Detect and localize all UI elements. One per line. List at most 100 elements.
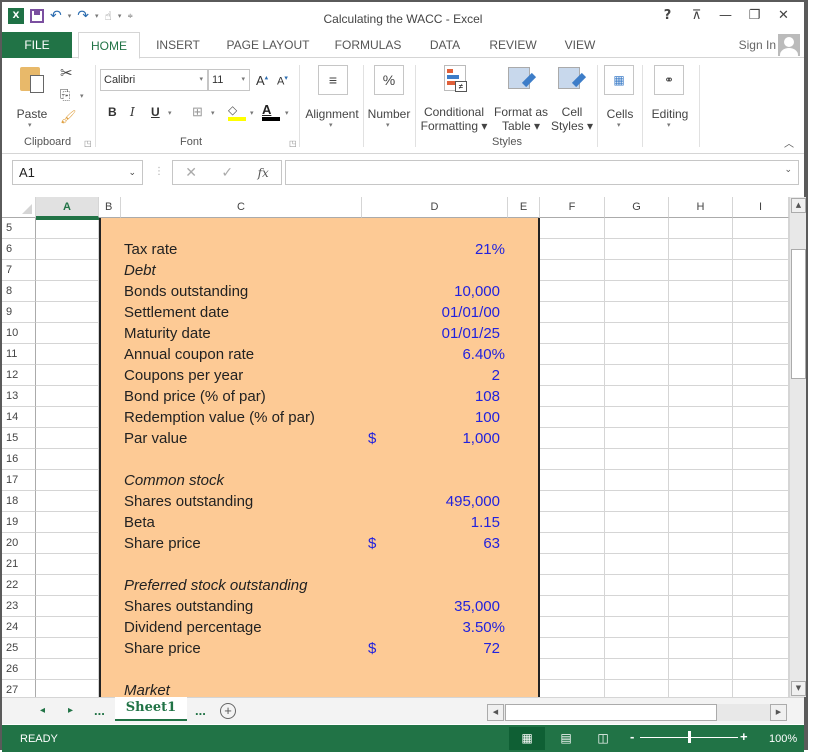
grow-font-button[interactable]: A▴ (256, 73, 268, 88)
cell-label[interactable]: Market (124, 680, 170, 697)
number-button[interactable]: % Number ▾ (364, 63, 414, 133)
cell-label[interactable]: Settlement date (124, 302, 229, 323)
page-layout-view-icon[interactable]: ▤ (548, 727, 584, 750)
column-header-i[interactable]: I (733, 197, 789, 218)
row-header[interactable]: 21 (2, 554, 36, 575)
cell-value[interactable]: 01/01/00 (442, 302, 500, 323)
select-all-button[interactable] (2, 197, 36, 218)
row-header[interactable]: 22 (2, 575, 36, 596)
font-size-select[interactable]: 11 ▾ (208, 69, 250, 91)
expand-formula-bar-icon[interactable]: ⌄ (784, 165, 792, 175)
prev-sheet-icon[interactable]: ◂ (40, 705, 45, 716)
cell-label[interactable]: Common stock (124, 470, 224, 491)
cell-value[interactable]: 2 (492, 365, 500, 386)
sign-in-label[interactable]: Sign In (739, 38, 776, 52)
cell-label[interactable]: Debt (124, 260, 156, 281)
cell-label[interactable]: Dividend percentage (124, 617, 262, 638)
row-header[interactable]: 23 (2, 596, 36, 617)
cell-label[interactable]: Redemption value (% of par) (124, 407, 315, 428)
editing-button[interactable]: ⚭ Editing ▾ (645, 63, 695, 133)
cell-value[interactable]: 1,000 (462, 428, 500, 449)
scroll-left-icon[interactable]: ◀ (487, 704, 504, 721)
cancel-icon[interactable]: ✕ (185, 165, 197, 181)
italic-button[interactable]: I (130, 105, 135, 119)
horizontal-scrollbar[interactable]: ◀ ▶ (487, 704, 787, 721)
cell-label[interactable]: Shares outstanding (124, 491, 253, 512)
tab-home[interactable]: HOME (78, 32, 140, 59)
column-header-b[interactable]: B (99, 197, 121, 218)
zoom-in-icon[interactable]: + (740, 729, 748, 744)
cell-value[interactable]: 108 (475, 386, 500, 407)
row-header[interactable]: 5 (2, 218, 36, 239)
fill-color-dropdown-icon[interactable]: ▾ (250, 109, 254, 117)
avatar-icon[interactable] (778, 34, 800, 56)
row-header[interactable]: 13 (2, 386, 36, 407)
column-header-d[interactable]: D (362, 197, 508, 218)
cells-button[interactable]: ▦ Cells ▾ (600, 63, 640, 133)
cell-value[interactable]: 72 (483, 638, 500, 659)
tab-data[interactable]: DATA (420, 32, 470, 58)
more-sheets-right[interactable]: ... (195, 703, 206, 718)
cell-label[interactable]: Share price (124, 638, 201, 659)
cell-value[interactable]: 6.40% (462, 344, 505, 365)
bold-button[interactable]: B (108, 105, 117, 119)
row-header[interactable]: 18 (2, 491, 36, 512)
row-header[interactable]: 11 (2, 344, 36, 365)
cell-label[interactable]: Maturity date (124, 323, 211, 344)
row-header[interactable]: 6 (2, 239, 36, 260)
tab-formulas[interactable]: FORMULAS (328, 32, 408, 58)
name-box[interactable]: A1 ⌄ (12, 160, 143, 185)
tab-insert[interactable]: INSERT (147, 32, 209, 58)
copy-dropdown-icon[interactable]: ▾ (80, 92, 84, 100)
cell-currency-symbol[interactable]: $ (368, 428, 376, 449)
format-as-table-button[interactable]: Format as Table ▾ (492, 63, 550, 133)
normal-view-icon[interactable]: ▦ (509, 727, 545, 750)
new-sheet-icon[interactable]: + (220, 703, 236, 719)
more-sheets-left[interactable]: ... (94, 703, 105, 718)
fill-color-button[interactable]: ◇ (228, 101, 246, 121)
scroll-right-icon[interactable]: ▶ (770, 704, 787, 721)
paste-button[interactable]: Paste ▾ (14, 63, 50, 129)
column-header-c[interactable]: C (121, 197, 362, 218)
cell-value[interactable]: 21% (475, 239, 505, 260)
cell-label[interactable]: Annual coupon rate (124, 344, 254, 365)
column-header-f[interactable]: F (540, 197, 605, 218)
cell-value[interactable]: 3.50% (462, 617, 505, 638)
scroll-down-icon[interactable]: ▼ (791, 681, 806, 696)
cell-value[interactable]: 10,000 (454, 281, 500, 302)
ribbon-display-options-icon[interactable]: ⊼ (682, 8, 711, 23)
row-header[interactable]: 20 (2, 533, 36, 554)
cell-value[interactable]: 100 (475, 407, 500, 428)
tab-review[interactable]: REVIEW (482, 32, 544, 58)
formula-bar-resize-handle[interactable]: ⋮ (154, 166, 164, 177)
vertical-scroll-thumb[interactable] (791, 249, 806, 379)
cut-icon[interactable]: ✂ (60, 64, 73, 82)
row-header[interactable]: 14 (2, 407, 36, 428)
zoom-level[interactable]: 100% (769, 733, 797, 745)
format-painter-icon[interactable]: 🖌 (60, 109, 77, 125)
clipboard-launcher-icon[interactable]: ◳ (84, 139, 92, 148)
sheet-tab-sheet1[interactable]: Sheet1 (115, 697, 187, 721)
cell-label[interactable]: Share price (124, 533, 201, 554)
cell-label[interactable]: Bond price (% of par) (124, 386, 266, 407)
font-launcher-icon[interactable]: ◳ (289, 139, 297, 148)
conditional-formatting-button[interactable]: ≠ Conditional Formatting ▾ (418, 63, 490, 133)
help-icon[interactable]: ? (653, 8, 682, 23)
borders-dropdown-icon[interactable]: ▾ (211, 109, 215, 117)
row-header[interactable]: 27 (2, 680, 36, 697)
zoom-slider[interactable]: - + (630, 729, 748, 744)
row-header[interactable]: 12 (2, 365, 36, 386)
column-header-e[interactable]: E (508, 197, 540, 218)
page-break-preview-icon[interactable]: ◫ (585, 727, 621, 750)
row-header[interactable]: 8 (2, 281, 36, 302)
cell-currency-symbol[interactable]: $ (368, 638, 376, 659)
alignment-button[interactable]: ≡ Alignment ▾ (302, 63, 362, 133)
sign-in[interactable]: Sign In (739, 34, 800, 56)
borders-button[interactable]: ⊞ (192, 104, 203, 120)
underline-dropdown-icon[interactable]: ▾ (168, 109, 172, 117)
cell-value[interactable]: 1.15 (471, 512, 500, 533)
column-header-a[interactable]: A (36, 197, 99, 218)
tab-file[interactable]: FILE (2, 32, 72, 58)
cell-styles-button[interactable]: Cell Styles ▾ (550, 63, 594, 133)
insert-function-icon[interactable]: fx (258, 166, 269, 180)
